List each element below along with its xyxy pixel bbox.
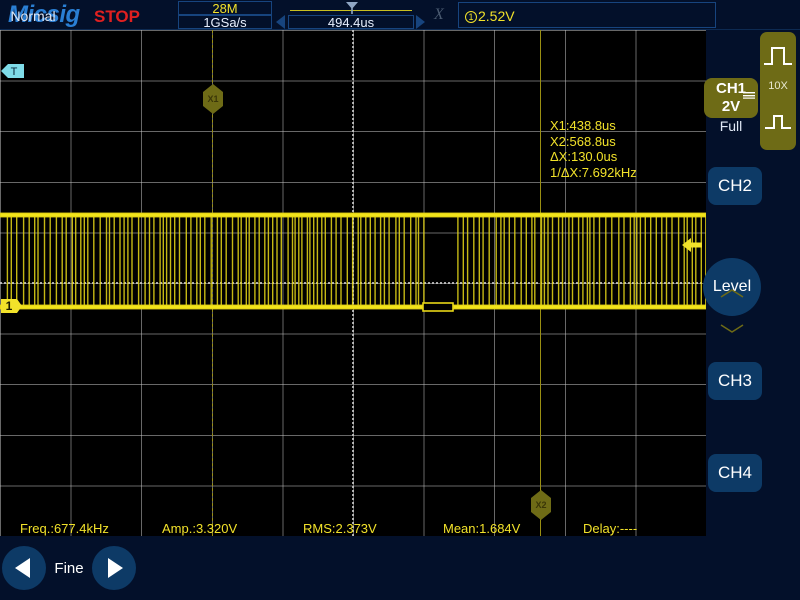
trigger-level-panel[interactable]: 1 2.52V [458,2,716,28]
previous-button[interactable] [2,546,46,590]
sample-rate-value[interactable]: 1GSa/s [178,15,272,30]
cursor-x2-handle[interactable]: X2 [530,490,552,520]
trigger-mode-label[interactable]: Normal [4,8,62,24]
waveform-display-area[interactable]: T 1 X1 X2 X1:438.8us X2:568.8us ΔX:130.0… [0,30,706,536]
left-triangle-icon [15,558,30,578]
probe-attenuation-control[interactable]: 10X [760,32,796,150]
channel-2-button[interactable]: CH2 [708,167,762,205]
chevron-down-icon [720,300,744,333]
trigger-position-marker-icon[interactable]: T [1,63,25,79]
trigger-level-readout: 1 2.52V [465,8,515,24]
top-status-bar: Micsig STOP 28M 1GSa/s 494.4us X 1 2.52V [0,0,800,30]
probe-decrease-icon[interactable] [760,104,796,140]
bottom-toolbar: Fine Quick Save 20us [0,536,800,600]
timebase-scroll-left-arrow[interactable] [276,15,285,29]
timebase-position-value[interactable]: 494.4us [288,15,414,29]
trigger-level-arrow-icon[interactable] [682,236,702,254]
cursor-x2-value: X2:568.8us [550,133,616,149]
probe-ratio-label: 10X [768,80,788,92]
next-button[interactable] [92,546,136,590]
trigger-source-badge: 1 [465,11,477,23]
channel-1-button[interactable]: CH1 2V [704,78,758,118]
cursor-x1-handle-label: X1 [207,94,219,104]
channel-3-button[interactable]: CH3 [708,362,762,400]
timebase-position-marker-icon[interactable] [345,1,359,15]
right-triangle-icon [108,558,123,578]
dc-coupling-icon [743,86,755,99]
channel-1-bandwidth-label[interactable]: Full [704,118,758,134]
run-status-indicator[interactable]: STOP [94,7,140,27]
trigger-level-knob-button[interactable]: Level [703,258,761,333]
svg-text:T: T [11,66,18,78]
fine-adjust-label[interactable]: Fine [46,560,92,577]
oscilloscope-screen: Micsig STOP 28M 1GSa/s 494.4us X 12.52V [0,0,800,600]
svg-text:1: 1 [6,299,13,313]
ch1-ground-level-marker[interactable]: 1 [1,297,23,315]
cursor-x1-handle[interactable]: X1 [202,84,224,114]
channel-1-label: CH1 [715,80,746,97]
x-cursor-icon[interactable]: X [434,6,444,24]
channel-4-button[interactable]: CH4 [708,454,762,492]
memory-depth-value[interactable]: 28M [178,1,272,16]
cursor-inverse-delta-x-value: 1/ΔX:7.692kHz [550,164,637,180]
cursor-measurement-readout: X1:438.8us X2:568.8us ΔX:130.0us 1/ΔX:7.… [550,118,637,180]
chevron-up-icon [720,265,744,298]
cursor-x2-handle-label: X2 [535,500,547,510]
ch1-waveform-trace [0,212,706,312]
channel-1-scale: 2V [721,98,741,115]
timebase-scroll-right-arrow[interactable] [416,15,425,29]
probe-increase-icon[interactable] [760,38,796,74]
cursor-x1-value: X1:438.8us [550,118,616,133]
cursor-delta-x-value: ΔX:130.0us [550,149,618,164]
trigger-level-value: 2.52V [478,8,515,24]
